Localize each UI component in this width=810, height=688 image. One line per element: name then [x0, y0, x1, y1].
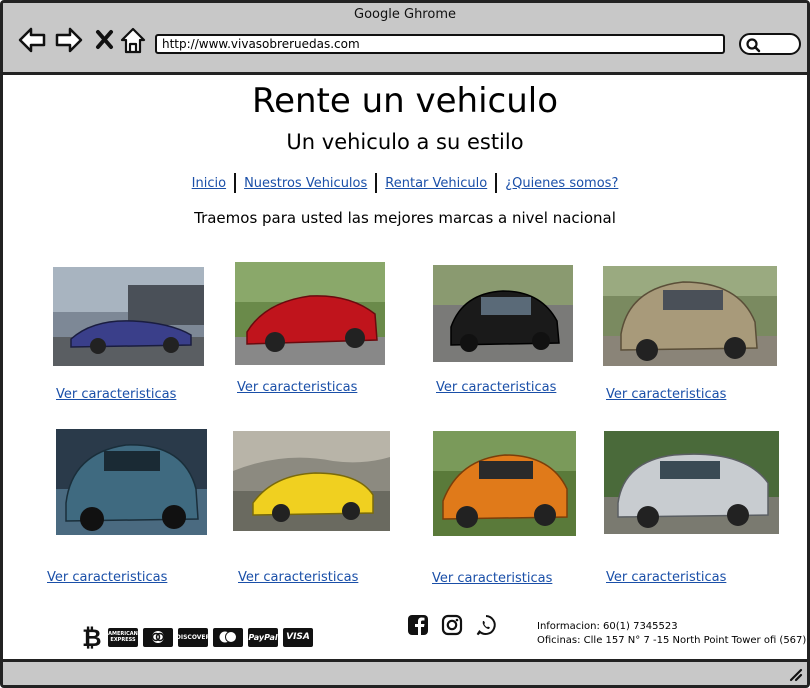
nav-link-quienes-somos[interactable]: ¿Quienes somos? [497, 176, 626, 191]
car-image-6[interactable] [233, 431, 390, 531]
car-4-details-link[interactable]: Ver caracteristicas [606, 387, 726, 402]
forward-arrow-icon[interactable] [54, 25, 84, 55]
instagram-icon[interactable] [441, 614, 463, 636]
car-6-details-link[interactable]: Ver caracteristicas [238, 570, 358, 585]
back-arrow-icon[interactable] [17, 25, 47, 55]
bitcoin-icon: ₿ [82, 624, 102, 651]
discover-card-icon: DISCOVER [176, 627, 210, 647]
car-image-5[interactable] [56, 429, 207, 535]
car-1-details-link[interactable]: Ver caracteristicas [56, 387, 176, 402]
browser-window: Google Ghrome http://www.vivasobreruedas… [0, 0, 810, 688]
browser-search-field[interactable] [739, 33, 801, 55]
mastercard-icon [213, 627, 243, 647]
car-photo [433, 431, 576, 536]
browser-statusbar [3, 659, 807, 685]
page-title: Rente un vehiculo [251, 81, 559, 121]
contact-address: Oficinas: Clle 157 N° 7 -15 North Point … [537, 635, 807, 646]
car-photo [433, 265, 573, 362]
main-navigation: Inicio Nuestros Vehiculos Rentar Vehicul… [3, 173, 807, 193]
social-links [407, 614, 497, 636]
page-subtitle: Un vehiculo a su estilo [286, 130, 524, 154]
car-photo [603, 266, 777, 366]
contact-info: Informacion: 60(1) 7345523 Oficinas: Cll… [537, 620, 806, 648]
car-3-details-link[interactable]: Ver caracteristicas [436, 380, 556, 395]
search-icon [746, 38, 761, 53]
car-image-3[interactable] [433, 265, 573, 362]
svg-text:₿: ₿ [82, 624, 102, 651]
facebook-icon[interactable] [407, 614, 429, 636]
diners-card-icon [143, 627, 173, 647]
browser-title: Google Ghrome [354, 7, 456, 22]
resize-grip-icon[interactable] [787, 666, 803, 682]
nav-link-nuestros-vehiculos[interactable]: Nuestros Vehiculos [236, 176, 375, 191]
car-7-details-link[interactable]: Ver caracteristicas [432, 571, 552, 586]
car-2-details-link[interactable]: Ver caracteristicas [237, 380, 357, 395]
contact-phone: Informacion: 60(1) 7345523 [537, 621, 678, 632]
car-image-2[interactable] [235, 262, 385, 365]
visa-card-icon: VISA [283, 627, 313, 647]
browser-titlebar: Google Ghrome http://www.vivasobreruedas… [3, 3, 807, 75]
paypal-card-icon: PayPal [248, 627, 278, 647]
tagline: Traemos para usted las mejores marcas a … [194, 209, 616, 227]
car-image-7[interactable] [433, 431, 576, 536]
car-photo [233, 431, 390, 531]
home-icon[interactable] [118, 25, 148, 55]
car-photo [56, 429, 207, 535]
car-image-8[interactable] [604, 431, 779, 534]
car-photo [235, 262, 385, 365]
car-photo [604, 431, 779, 534]
car-5-details-link[interactable]: Ver caracteristicas [47, 570, 167, 585]
url-bar[interactable]: http://www.vivasobreruedas.com [155, 34, 725, 54]
whatsapp-icon[interactable] [475, 614, 497, 636]
payment-methods: ₿ AMERICAN EXPRESS DISCOVER PayPal VISA [81, 623, 313, 651]
car-image-4[interactable] [603, 266, 777, 366]
car-photo [53, 267, 204, 366]
nav-link-inicio[interactable]: Inicio [184, 176, 234, 191]
close-icon[interactable] [91, 25, 121, 55]
car-image-1[interactable] [53, 267, 204, 366]
amex-card-icon: AMERICAN EXPRESS [108, 627, 138, 647]
nav-link-rentar-vehiculo[interactable]: Rentar Vehiculo [377, 176, 495, 191]
car-8-details-link[interactable]: Ver caracteristicas [606, 570, 726, 585]
